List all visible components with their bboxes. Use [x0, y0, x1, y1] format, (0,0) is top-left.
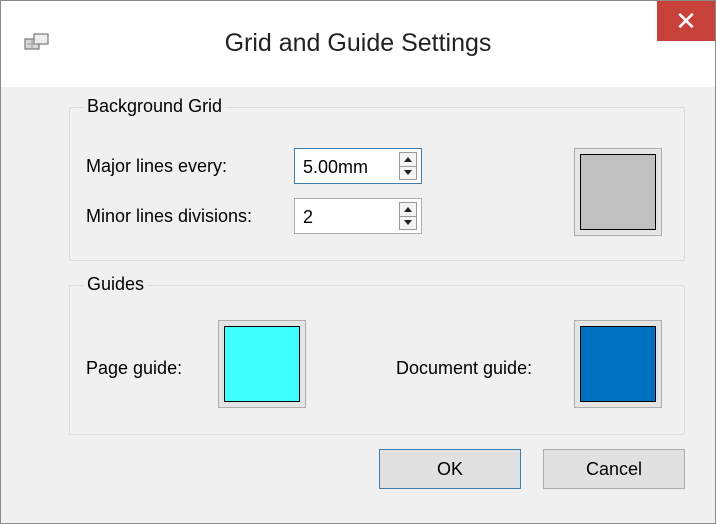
dialog-body: Background Grid Major lines every: 5.00m… [19, 87, 697, 505]
spin-up-icon[interactable] [400, 153, 416, 167]
cancel-button[interactable]: Cancel [543, 449, 685, 489]
document-guide-color-button[interactable] [574, 320, 662, 408]
document-guide-label: Document guide: [396, 358, 533, 378]
background-grid-title: Background Grid [84, 96, 226, 117]
page-guide-color-button[interactable] [218, 320, 306, 408]
window-title: Grid and Guide Settings [224, 29, 492, 57]
minor-lines-spinbox[interactable]: 2 [294, 198, 422, 234]
spin-down-icon[interactable] [400, 166, 416, 179]
guides-title: Guides [84, 274, 148, 295]
ok-button[interactable]: OK [379, 449, 521, 489]
page-guide-color-swatch [224, 326, 300, 402]
minor-lines-label: Minor lines divisions: [86, 206, 253, 226]
guides-group: Guides Page guide: Document guide: [69, 274, 685, 435]
grid-color-button[interactable] [574, 148, 662, 236]
major-lines-spin-buttons [399, 152, 417, 180]
spin-up-icon[interactable] [400, 203, 416, 217]
grid-guide-settings-dialog: Grid and Guide Settings ✕ Background Gri… [0, 0, 716, 524]
close-icon: ✕ [675, 6, 697, 36]
document-guide-color-swatch [580, 326, 656, 402]
minor-lines-value[interactable]: 2 [303, 207, 313, 228]
close-button[interactable]: ✕ [657, 1, 715, 41]
minor-lines-spin-buttons [399, 202, 417, 230]
title-bar: Grid and Guide Settings ✕ [1, 1, 715, 87]
major-lines-spinbox[interactable]: 5.00mm [294, 148, 422, 184]
major-lines-value[interactable]: 5.00mm [303, 157, 368, 178]
major-lines-label: Major lines every: [86, 156, 228, 176]
page-guide-label: Page guide: [86, 358, 183, 378]
spin-down-icon[interactable] [400, 216, 416, 229]
background-grid-group: Background Grid Major lines every: 5.00m… [69, 96, 685, 261]
grid-color-swatch [580, 154, 656, 230]
